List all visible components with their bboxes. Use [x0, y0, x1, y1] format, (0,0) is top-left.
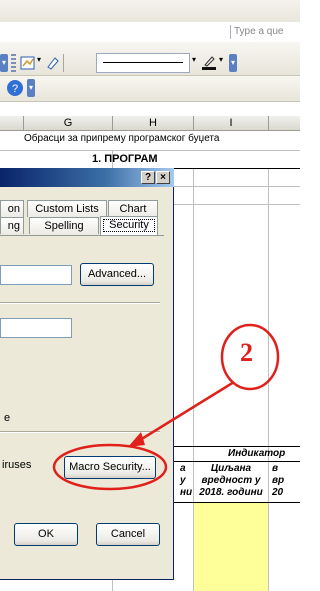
- tab-panel-border: [0, 235, 164, 236]
- toolbar-options-dropdown[interactable]: ▾: [0, 54, 8, 72]
- macro-security-button[interactable]: Macro Security...: [64, 456, 156, 479]
- line-style-combo[interactable]: [96, 53, 190, 73]
- ok-button[interactable]: OK: [14, 523, 78, 546]
- toolbar-divider: [63, 54, 64, 72]
- grid-line: [174, 461, 300, 462]
- grid-line: [174, 204, 300, 205]
- toolbar-options-dropdown[interactable]: ▾: [229, 54, 237, 72]
- target-value-header: Циљана вредност у 2018. години: [199, 463, 263, 498]
- help-search-input[interactable]: Type a que: [230, 25, 304, 39]
- grid-line: [174, 446, 300, 447]
- eraser-icon[interactable]: [45, 55, 61, 71]
- macro-viruses-label: iruses: [2, 459, 32, 471]
- target-value-cell[interactable]: [194, 503, 268, 591]
- tab-calculation[interactable]: ng: [0, 217, 24, 234]
- cancel-button[interactable]: Cancel: [96, 523, 160, 546]
- tab-spelling[interactable]: Spelling: [29, 217, 99, 234]
- column-header-g[interactable]: G: [24, 116, 113, 131]
- column-a-header: а у ни: [180, 463, 193, 498]
- line-style-icon: [103, 62, 183, 63]
- program-heading: 1. ПРОГРАМ: [92, 153, 158, 165]
- sheet-subtitle: Обрасци за припрему програмског буџета: [24, 133, 220, 144]
- step-number: 2: [240, 338, 253, 367]
- tab-transition[interactable]: on: [0, 200, 24, 217]
- grid-line: [174, 186, 300, 187]
- chevron-down-icon[interactable]: ▾: [37, 55, 41, 64]
- column-header-f[interactable]: [0, 116, 24, 131]
- help-icon[interactable]: ?: [6, 79, 24, 97]
- password-to-modify-field[interactable]: [0, 318, 72, 338]
- grid-line: [0, 150, 300, 151]
- chart-icon[interactable]: [20, 55, 36, 71]
- column-header-i[interactable]: I: [194, 116, 269, 131]
- chevron-down-icon[interactable]: ▾: [192, 55, 196, 64]
- grid-line: [268, 168, 269, 591]
- tab-custom-lists[interactable]: Custom Lists: [27, 200, 107, 217]
- separator: [0, 302, 160, 304]
- next-column-header: в вр 20: [272, 463, 285, 498]
- svg-text:?: ?: [12, 83, 18, 95]
- chevron-down-icon[interactable]: ▾: [219, 55, 223, 64]
- separator: [0, 431, 160, 433]
- toolbar-grip-icon[interactable]: [11, 54, 16, 72]
- pen-color-icon[interactable]: [201, 54, 217, 70]
- indicator-heading: Индикатор: [228, 448, 286, 459]
- macro-security-label: e: [4, 412, 11, 424]
- drawing-toolbar: ▾ ▾ ▾ ▾ ▾: [0, 42, 300, 76]
- standard-toolbar: ? ▾: [0, 76, 300, 102]
- password-to-open-field[interactable]: [0, 265, 72, 285]
- tab-chart[interactable]: Chart: [108, 200, 158, 217]
- column-header-j[interactable]: [269, 116, 300, 131]
- window-top-strip: [0, 0, 300, 22]
- toolbar-options-dropdown[interactable]: ▾: [27, 79, 35, 97]
- help-button[interactable]: ?: [141, 171, 155, 184]
- advanced-button[interactable]: Advanced...: [80, 263, 154, 286]
- column-header-h[interactable]: H: [113, 116, 194, 131]
- tab-security[interactable]: Security: [100, 216, 158, 235]
- close-button[interactable]: ×: [156, 171, 170, 184]
